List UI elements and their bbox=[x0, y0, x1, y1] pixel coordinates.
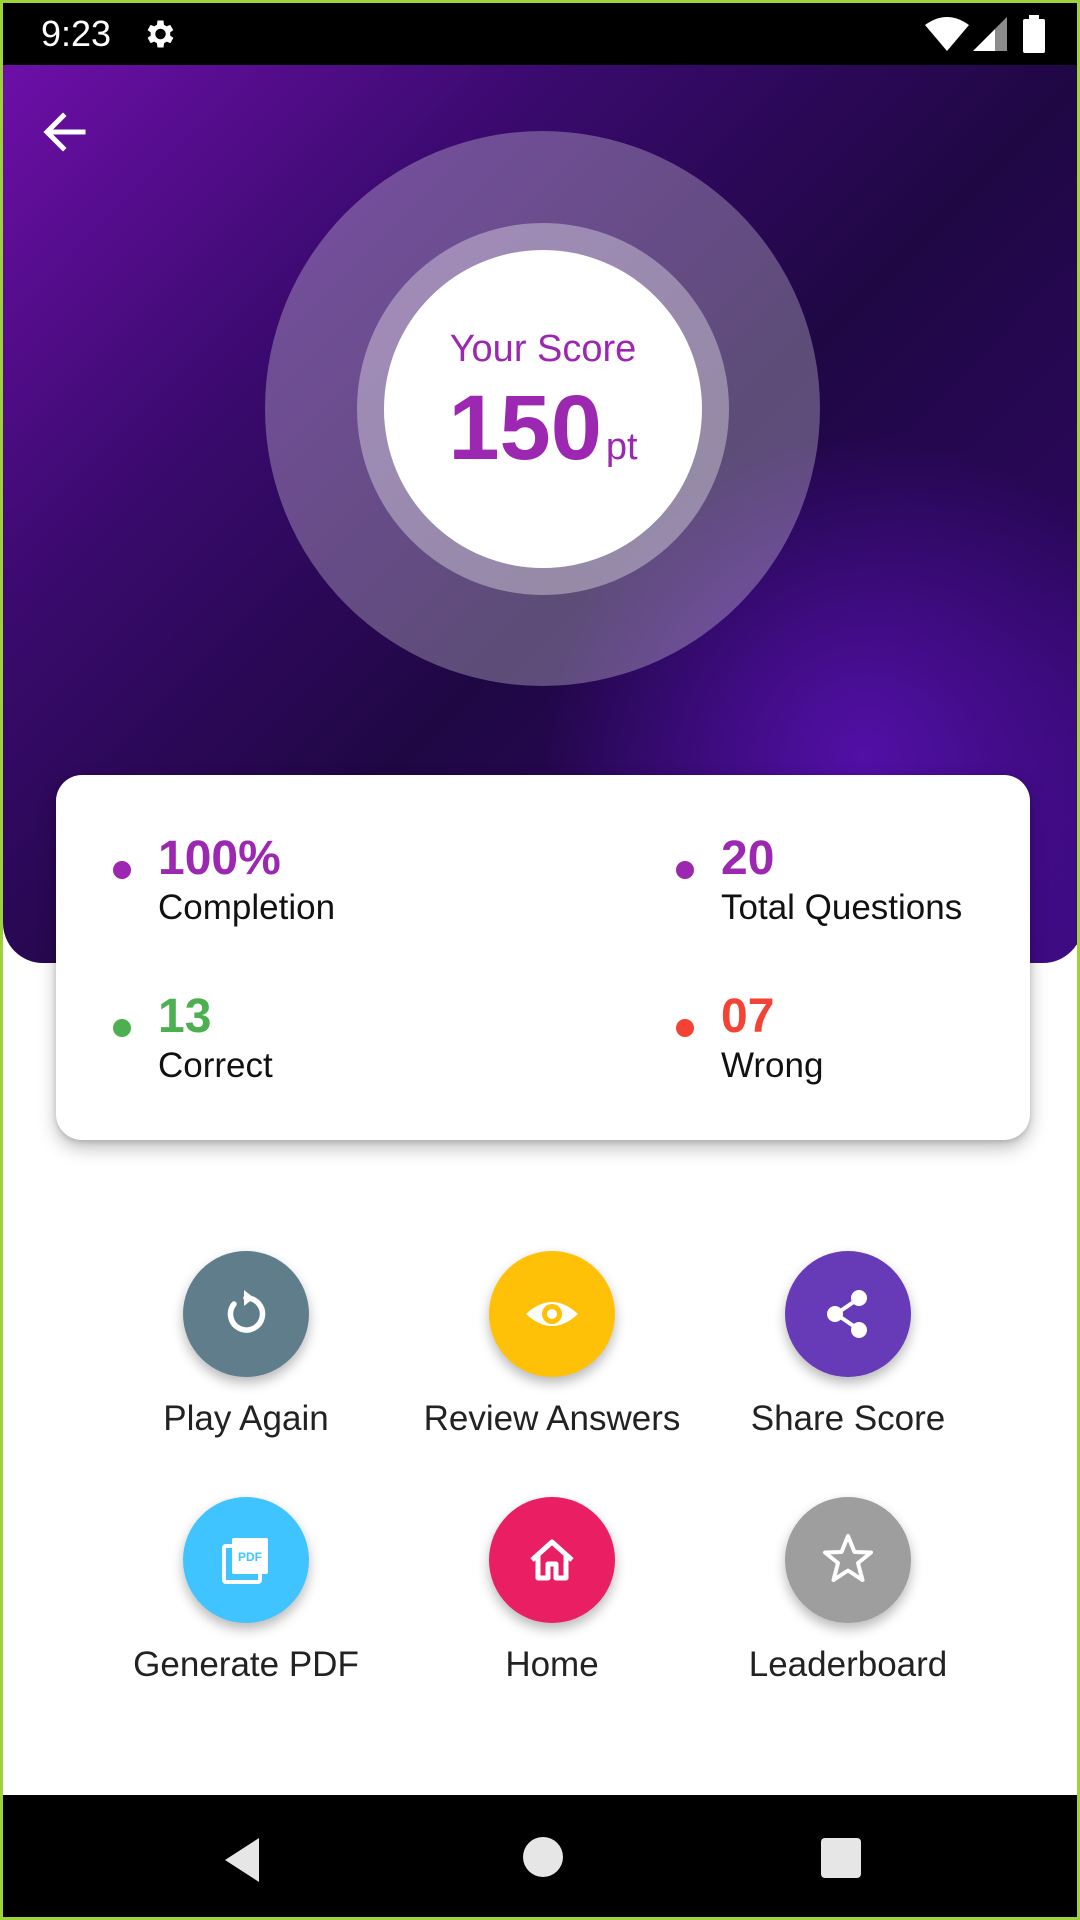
score-label: Your Score bbox=[449, 328, 637, 370]
nav-home-icon[interactable] bbox=[523, 1837, 563, 1877]
status-time: 9:23 bbox=[41, 13, 112, 54]
stat-wrong: 07 Wrong bbox=[676, 985, 1036, 1095]
stat-value: 20 bbox=[721, 832, 775, 885]
signal-icon bbox=[973, 17, 1007, 51]
stat-label: Correct bbox=[158, 1046, 273, 1085]
stat-value: 13 bbox=[158, 990, 212, 1043]
star-icon bbox=[823, 1534, 873, 1582]
stat-correct: 13 Correct bbox=[113, 985, 473, 1095]
generate-pdf-circle[interactable]: PDF bbox=[183, 1497, 309, 1623]
stats-card: 100% Completion 20 Total Questions 13 Co… bbox=[56, 775, 1030, 1140]
score-value-row: 150 pt bbox=[384, 378, 702, 478]
stat-label: Completion bbox=[158, 888, 336, 927]
stat-total-questions: 20 Total Questions bbox=[676, 827, 1036, 937]
stat-value: 100% bbox=[158, 832, 281, 885]
share-score-button[interactable]: Share Score bbox=[698, 1251, 998, 1461]
leaderboard-circle[interactable] bbox=[785, 1497, 911, 1623]
stat-dot bbox=[676, 861, 694, 879]
generate-pdf-button[interactable]: PDF Generate PDF bbox=[96, 1497, 396, 1707]
score-value: 150 bbox=[448, 377, 602, 479]
score-circle: Your Score 150 pt bbox=[384, 250, 702, 568]
play-again-button[interactable]: Play Again bbox=[96, 1251, 396, 1461]
replay-icon bbox=[227, 1290, 266, 1333]
action-label: Home bbox=[505, 1645, 599, 1684]
stat-value: 07 bbox=[721, 990, 775, 1043]
leaderboard-button[interactable]: Leaderboard bbox=[698, 1497, 998, 1707]
eye-icon bbox=[526, 1302, 578, 1326]
wifi-icon bbox=[925, 17, 969, 51]
action-label: Share Score bbox=[750, 1399, 946, 1438]
home-icon bbox=[530, 1539, 574, 1581]
app-screen: 9:23 Your Score 150 pt 100% Completion 2… bbox=[0, 0, 1080, 1920]
arrow-left-icon[interactable] bbox=[33, 100, 97, 164]
stat-label: Wrong bbox=[721, 1046, 824, 1085]
stat-dot bbox=[113, 861, 131, 879]
home-circle[interactable] bbox=[489, 1497, 615, 1623]
score-unit: pt bbox=[605, 426, 638, 468]
review-answers-circle[interactable] bbox=[489, 1251, 615, 1377]
home-button[interactable]: Home bbox=[402, 1497, 702, 1707]
gear-icon bbox=[147, 20, 174, 48]
review-answers-button[interactable]: Review Answers bbox=[402, 1251, 702, 1461]
nav-recents-icon[interactable] bbox=[821, 1838, 861, 1878]
action-label: Review Answers bbox=[423, 1399, 681, 1438]
share-icon bbox=[827, 1290, 867, 1338]
battery-icon bbox=[1023, 15, 1045, 53]
play-again-circle[interactable] bbox=[183, 1251, 309, 1377]
stat-dot bbox=[113, 1019, 131, 1037]
stat-completion: 100% Completion bbox=[113, 827, 473, 937]
share-score-circle[interactable] bbox=[785, 1251, 911, 1377]
action-label: Generate PDF bbox=[133, 1645, 359, 1684]
pdf-icon: PDF bbox=[222, 1538, 268, 1584]
nav-back-icon[interactable] bbox=[219, 1835, 267, 1885]
system-nav-bar bbox=[3, 1795, 1077, 1917]
status-bar: 9:23 bbox=[3, 3, 1077, 65]
action-label: Play Again bbox=[163, 1399, 329, 1438]
svg-text:PDF: PDF bbox=[238, 1550, 262, 1564]
stat-label: Total Questions bbox=[721, 888, 963, 927]
action-label: Leaderboard bbox=[748, 1645, 948, 1684]
stat-dot bbox=[676, 1019, 694, 1037]
